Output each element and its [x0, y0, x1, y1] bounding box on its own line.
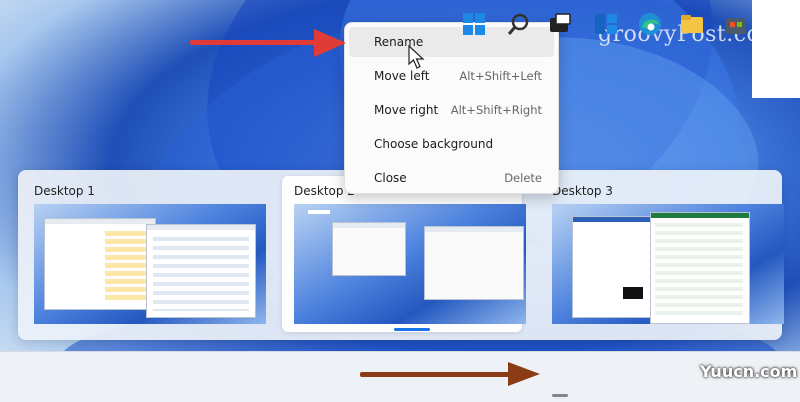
menu-item-close[interactable]: Close Delete	[349, 163, 554, 193]
brown-arrow-shaft	[360, 372, 516, 377]
menu-item-choose-background[interactable]: Choose background	[349, 129, 554, 159]
menu-item-label: Move left	[374, 69, 430, 83]
menu-item-shortcut: Alt+Shift+Right	[450, 103, 542, 117]
desktop-1-card[interactable]: Desktop 1	[22, 176, 266, 332]
window-thumbnail	[332, 222, 406, 276]
desktop-2-card[interactable]: Desktop 2	[282, 176, 526, 332]
desktop-2-thumbnail[interactable]	[294, 204, 526, 324]
desktop-context-menu: Rename Move left Alt+Shift+Left Move rig…	[344, 22, 559, 194]
taskbar-active-indicator	[552, 394, 568, 397]
window-thumbnail	[424, 226, 524, 300]
menu-item-move-left[interactable]: Move left Alt+Shift+Left	[349, 61, 554, 91]
red-arrow-icon	[314, 29, 346, 57]
windows-start-icon[interactable]	[460, 10, 488, 38]
desktop-1-thumbnail[interactable]	[34, 204, 266, 324]
menu-item-label: Close	[374, 171, 407, 185]
menu-item-shortcut: Delete	[504, 171, 542, 185]
desktop-label: Desktop 1	[34, 184, 95, 198]
window-thumbnail	[572, 216, 652, 318]
task-view-icon[interactable]	[546, 10, 574, 38]
desktop-label: Desktop 3	[552, 184, 613, 198]
selected-desktop-indicator	[394, 328, 430, 331]
search-icon[interactable]	[505, 10, 533, 38]
menu-item-move-right[interactable]: Move right Alt+Shift+Right	[349, 95, 554, 125]
red-arrow-shaft	[190, 40, 320, 45]
corner-watermark: Yuucn.com	[700, 362, 798, 381]
menu-item-label: Move right	[374, 103, 439, 117]
desktop-3-card[interactable]: Desktop 3	[540, 176, 784, 332]
menu-item-shortcut: Alt+Shift+Left	[459, 69, 542, 83]
desktop-3-thumbnail[interactable]	[552, 204, 784, 324]
mouse-cursor-icon	[408, 45, 425, 69]
window-thumbnail	[650, 212, 750, 324]
window-thumbnail	[44, 218, 156, 310]
store-icon[interactable]	[722, 10, 750, 38]
white-blank-area	[752, 0, 800, 98]
brown-arrow-icon	[508, 362, 540, 386]
file-explorer-icon[interactable]	[678, 10, 706, 38]
menu-item-label: Choose background	[374, 137, 494, 151]
edge-icon[interactable]	[636, 10, 664, 38]
window-thumbnail	[146, 224, 256, 318]
widgets-icon[interactable]	[592, 10, 620, 38]
